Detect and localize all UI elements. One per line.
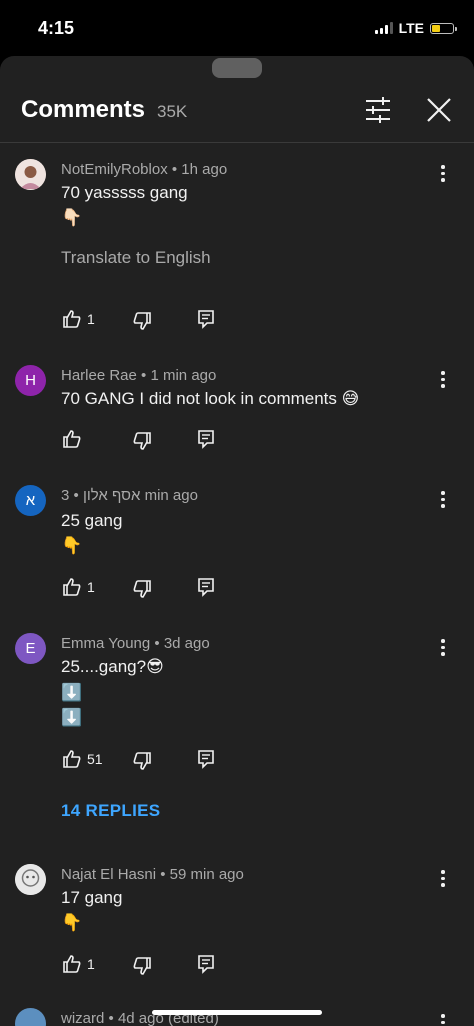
avatar-letter: א [25,492,36,509]
comment-author[interactable]: Emma Young [61,635,150,652]
translate-link[interactable]: Translate to English [61,248,211,268]
comment-actions: 1 [60,577,260,599]
signal-icon [374,22,393,34]
comment-age: 3d ago [163,635,210,652]
home-indicator[interactable] [152,1010,322,1015]
comment-author[interactable]: Najat El Hasni [61,866,156,883]
comments-count: 35K [157,102,188,121]
like-count: 51 [87,751,103,767]
comment-meta: Emma Young • 3d ago [61,635,210,652]
more-options-icon[interactable] [438,639,448,659]
comment-author[interactable]: אסף אלון [83,487,140,504]
avatar-image [15,159,46,190]
network-type: LTE [398,20,424,36]
comment-meta: Harlee Rae • 1 min ago [61,367,217,384]
like-icon[interactable] [62,429,82,449]
avatar[interactable] [15,159,46,190]
avatar[interactable]: H [15,365,46,396]
reply-icon[interactable] [196,749,216,769]
comment-author[interactable]: wizard [61,1010,104,1026]
comment-text: ⬇️ [61,708,83,727]
comment-text: 17 gang [61,888,123,907]
avatar-letter: E [25,640,36,657]
comment-age: 59 min ago [169,866,244,883]
comment-actions [60,429,260,451]
battery-icon [430,22,457,34]
comment-actions: 1 [60,954,260,976]
comment-text: 👇 [61,913,83,932]
view-replies-button[interactable]: 14 REPLIES [61,801,160,821]
like-icon[interactable] [62,749,82,769]
comment-meta: Najat El Hasni • 59 min ago [61,866,244,883]
avatar-letter: H [25,372,36,389]
comment-age: 1h ago [181,161,228,178]
like-icon[interactable] [62,309,82,329]
like-icon[interactable] [62,577,82,597]
like-count: 1 [87,579,95,595]
avatar[interactable] [15,1008,46,1026]
more-options-icon[interactable] [438,491,448,511]
more-options-icon[interactable] [438,870,448,890]
avatar-image [15,864,46,895]
more-options-icon[interactable] [438,165,448,185]
comment-text: ⬇️ [61,683,83,702]
more-options-icon[interactable] [438,371,448,391]
sort-filter-icon[interactable] [364,97,392,123]
dislike-icon[interactable] [132,311,152,331]
reply-icon[interactable] [196,954,216,974]
comment-actions: 51 [60,749,260,771]
avatar[interactable]: E [15,633,46,664]
drag-handle[interactable] [212,58,262,78]
dislike-icon[interactable] [132,956,152,976]
comment-text: 70 yasssss gang [61,183,188,202]
comment-text: 25 gang [61,511,123,530]
comment-text: 👇🏻 [61,208,83,227]
comment-age: 1 min ago [150,367,217,384]
avatar[interactable] [15,864,46,895]
comment-meta: NotEmilyRoblox • 1h ago [61,161,228,178]
status-bar: 4:15 LTE [0,0,474,56]
comment-author[interactable]: Harlee Rae [61,367,137,384]
comments-sheet: Comments 35K NotEmilyRoblox • 1h ago 70 … [0,56,474,1026]
more-options-icon[interactable] [438,1014,448,1026]
comment-author[interactable]: NotEmilyRoblox [61,161,168,178]
comment-meta: אסף אלון • 3 min ago [61,487,198,504]
reply-icon[interactable] [196,309,216,329]
comment-text: 25....gang?😎 [61,657,164,676]
comments-title: Comments [21,96,146,123]
comment-text: 70 GANG I did not look in comments 😅 [61,389,360,408]
close-icon[interactable] [425,96,453,124]
status-indicators: LTE [374,20,457,36]
dislike-icon[interactable] [132,751,152,771]
like-icon[interactable] [62,954,82,974]
dislike-icon[interactable] [132,579,152,599]
avatar[interactable]: א [15,485,46,516]
reply-icon[interactable] [196,577,216,597]
comment-text: 👇 [61,536,83,555]
like-count: 1 [87,956,95,972]
reply-icon[interactable] [196,429,216,449]
dislike-icon[interactable] [132,431,152,451]
clock: 4:15 [38,18,75,38]
comments-header: Comments 35K [0,80,474,143]
like-count: 1 [87,311,95,327]
comment-actions: 1 [60,309,260,331]
